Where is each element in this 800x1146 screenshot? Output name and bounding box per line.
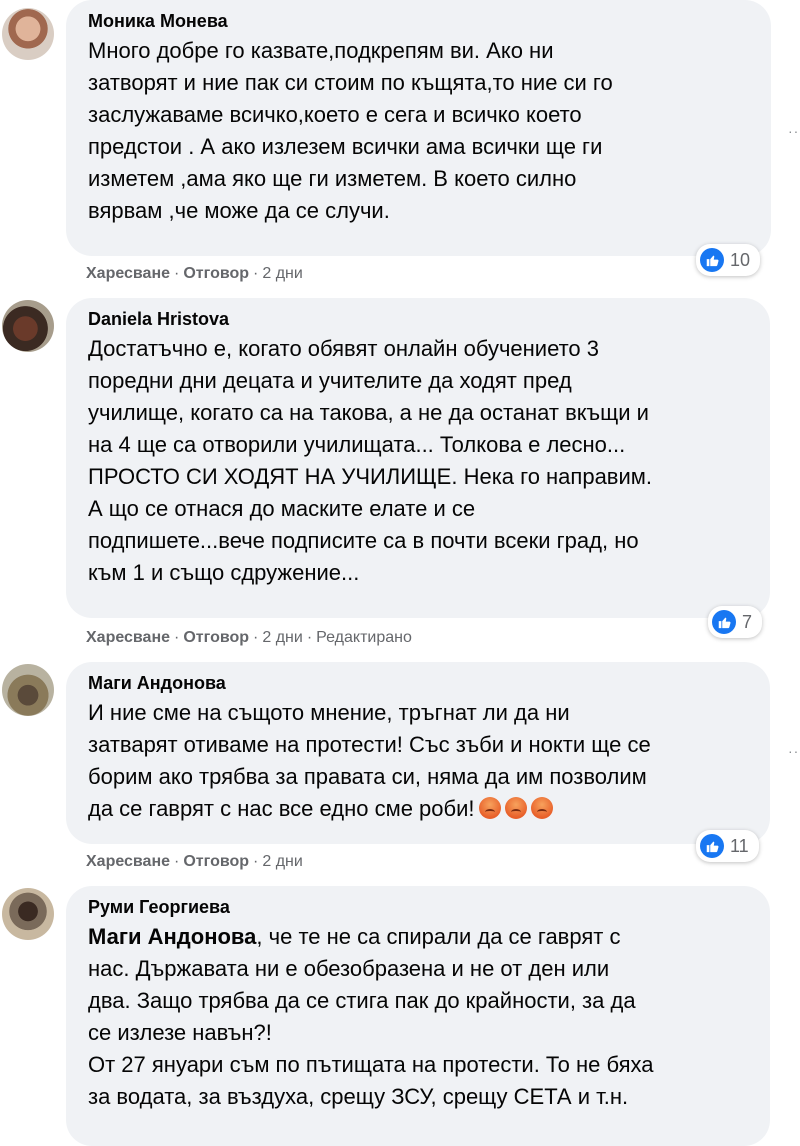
reply-link[interactable]: Отговор xyxy=(183,629,249,646)
comment-timestamp[interactable]: 2 дни xyxy=(262,629,302,646)
comment-bubble: Руми Георгиева Маги Андонова, че те не с… xyxy=(66,886,770,1146)
like-reaction-icon xyxy=(712,610,736,634)
like-reaction-icon xyxy=(700,248,724,272)
comment-actions: Харесване · Отговор · 2 дни xyxy=(86,265,303,282)
reaction-summary[interactable]: 10 xyxy=(696,244,761,276)
reaction-count: 7 xyxy=(742,611,753,632)
angry-emoji-icon xyxy=(478,797,501,819)
avatar[interactable] xyxy=(2,664,54,716)
comment-author[interactable]: Моника Монева xyxy=(88,10,749,32)
reaction-summary[interactable]: 11 xyxy=(696,830,759,862)
avatar[interactable] xyxy=(2,8,54,60)
comment-timestamp[interactable]: 2 дни xyxy=(262,853,302,870)
reply-link[interactable]: Отговор xyxy=(183,265,249,282)
comment-text: Достатъчно е, когато обявят онлайн обуче… xyxy=(88,336,653,585)
avatar[interactable] xyxy=(2,888,54,940)
comment-timestamp[interactable]: 2 дни xyxy=(262,265,302,282)
comment-actions: Харесване · Отговор · 2 дни xyxy=(86,853,303,870)
comment-bubble: Моника Монева Много добре го казвате,под… xyxy=(66,0,771,256)
angry-emoji-icon xyxy=(530,797,553,819)
comment-author[interactable]: Маги Андонова xyxy=(88,672,748,694)
comment-bubble: Маги Андонова И ние сме на същото мнение… xyxy=(66,662,770,844)
reaction-count: 10 xyxy=(730,249,751,270)
more-options-icon[interactable]: ·· xyxy=(788,744,798,758)
comment-text: Много добре го казвате,подкрепям ви. Ако… xyxy=(88,38,613,223)
comment-text: Маги Андонова, че те не са спирали да се… xyxy=(88,924,654,1109)
comment-bubble: Daniela Hristova Достатъчно е, когато об… xyxy=(66,298,770,618)
mention-link[interactable]: Маги Андонова xyxy=(88,924,256,949)
reply-link[interactable]: Отговор xyxy=(183,853,249,870)
more-options-icon[interactable]: ·· xyxy=(788,124,798,138)
comment-actions: Харесване · Отговор · 2 дни · Редактирано xyxy=(86,629,412,646)
like-reaction-icon xyxy=(700,834,724,858)
angry-emoji-icon xyxy=(504,797,527,819)
like-link[interactable]: Харесване xyxy=(86,629,170,646)
comment-author[interactable]: Daniela Hristova xyxy=(88,308,748,330)
comment-author[interactable]: Руми Георгиева xyxy=(88,896,748,918)
avatar[interactable] xyxy=(2,300,54,352)
reaction-summary[interactable]: 7 xyxy=(708,606,763,638)
comment-text: И ние сме на същото мнение, тръгнат ли д… xyxy=(88,700,651,821)
reaction-count: 11 xyxy=(730,835,749,856)
like-link[interactable]: Харесване xyxy=(86,853,170,870)
edited-label[interactable]: Редактирано xyxy=(316,629,412,646)
like-link[interactable]: Харесване xyxy=(86,265,170,282)
